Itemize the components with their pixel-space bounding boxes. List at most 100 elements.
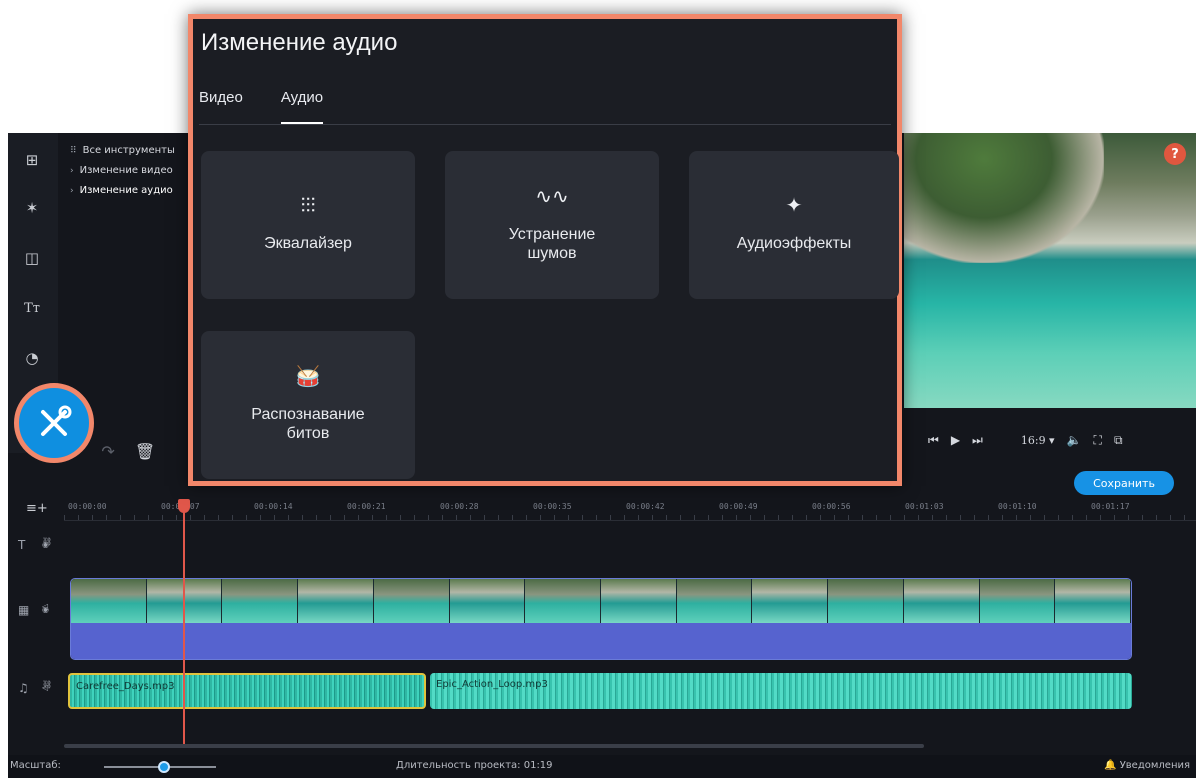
delete-icon[interactable]: 🗑 [135,442,155,461]
more-tools-button[interactable] [14,383,94,463]
player-controls: ⏮ ▶ ⏭ 16:9 ▾ 🔈 ⛶ ⧉ [928,429,1196,451]
video-frame [752,579,829,623]
video-frame [676,579,753,623]
volume-icon[interactable]: 🔈 [1067,433,1082,447]
tick-label: 00:00:35 [533,502,572,511]
audio-effects-card[interactable]: ✦ Аудиоэффекты [689,151,899,299]
link-icon[interactable]: ⛓ [42,680,52,689]
filters-icon[interactable]: ✶ [19,195,45,221]
project-duration: Длительность проекта: 01:19 [396,760,553,771]
tabs-divider [199,124,891,125]
status-bar: Масштаб: Длительность проекта: 01:19 🔔 Ув… [8,755,1196,778]
tab-audio[interactable]: Аудио [280,89,324,125]
tick-label: 00:00:21 [347,502,386,511]
zoom-slider-handle[interactable] [158,761,170,773]
import-icon[interactable]: ⊞ [19,147,45,173]
tree-item-label: Изменение аудио [79,185,173,196]
notifications-button[interactable]: 🔔 Уведомления [1104,760,1190,771]
stickers-icon[interactable]: ◔ [19,345,45,371]
timeline-scrollbar[interactable] [64,744,924,748]
video-clip[interactable] [70,578,1132,660]
video-frame [449,579,526,623]
tree-item-label: Изменение видео [79,165,173,176]
play-icon[interactable]: ▶ [951,433,960,447]
audio-clip-label: Epic_Action_Loop.mp3 [436,679,548,690]
ruler-ticks [64,515,1196,520]
text-track-icon: T [18,538,26,552]
tick-label: 00:01:10 [998,502,1037,511]
playhead-handle[interactable] [178,499,190,513]
chevron-right-icon: › [70,186,74,196]
grid-view-icon[interactable]: ⛶ [1094,433,1102,448]
tick-label: 00:01:17 [1091,502,1130,511]
preview-image [904,133,1104,263]
noise-removal-icon: ∿∿ [535,185,569,208]
video-frame [71,579,147,623]
video-preview: ? [904,133,1196,408]
skip-forward-icon[interactable]: ⏭ [972,433,983,448]
video-frame [525,579,602,623]
tab-video[interactable]: Видео [199,89,243,125]
music-note-icon: ♫ [18,681,29,695]
card-label: Распознавание битов [251,405,365,442]
tick-label: 00:00:49 [719,502,758,511]
video-frame [979,579,1056,623]
video-frame [601,579,677,623]
noise-removal-card[interactable]: ∿∿ Устранение шумов [445,151,659,299]
tools-tree: ⠿ Все инструменты › Изменение видео › Измен… [64,141,194,201]
external-window-icon[interactable]: ⧉ [1114,433,1123,448]
drum-icon: 🥁 [295,365,321,388]
tick-label: 00:00:14 [254,502,293,511]
title-track-controls: T ◉ ⛓ [18,537,52,552]
beat-detection-card[interactable]: 🥁 Распознавание битов [201,331,415,479]
tree-item-video-edit[interactable]: › Изменение видео [64,161,194,181]
video-track-controls: ▦ ◉ ◁ [18,602,49,617]
link-icon[interactable]: ⛓ [42,537,52,546]
titles-icon[interactable]: Tт [19,295,45,321]
redo-icon[interactable]: ↷ [101,442,114,461]
video-frame [828,579,904,623]
panel-tabs: Видео Аудио [199,89,324,125]
video-track-icon: ▦ [18,603,30,617]
skip-back-icon[interactable]: ⏮ [928,433,939,448]
scale-label: Масштаб: [10,760,61,771]
help-button[interactable]: ? [1164,143,1186,165]
card-label: Устранение шумов [508,225,596,262]
audio-edit-panel: Изменение аудио Видео Аудио ⫶⫶⫶ Эквалайз… [188,14,902,486]
tick-label: 00:01:03 [905,502,944,511]
equalizer-card[interactable]: ⫶⫶⫶ Эквалайзер [201,151,415,299]
tick-label: 00:00:42 [626,502,665,511]
grid-icon: ⠿ [70,146,77,156]
playhead[interactable] [183,499,185,747]
card-label: Эквалайзер [264,235,352,252]
notifications-label: Уведомления [1119,760,1190,771]
audio-track-controls: ♫ ◁ ⛓ [18,680,52,695]
video-frame [373,579,450,623]
audio-clip-label: Carefree_Days.mp3 [76,681,175,692]
card-label: Аудиоэффекты [736,235,852,252]
audio-clip[interactable]: Epic_Action_Loop.mp3 [430,673,1132,709]
volume-icon[interactable]: ◁ [42,602,49,611]
video-frame [222,579,299,623]
audio-clip-selected[interactable]: Carefree_Days.mp3 [68,673,426,709]
tree-item-audio-edit[interactable]: › Изменение аудио [64,181,194,201]
video-frame [903,579,980,623]
timeline-ruler[interactable]: 00:00:00 00:00:07 00:00:14 00:00:21 00:0… [64,497,1196,521]
bell-icon: 🔔 [1104,760,1117,771]
video-frame [1055,579,1131,623]
add-track-icon[interactable]: ≡+ [26,501,48,516]
save-button[interactable]: Сохранить [1074,471,1174,495]
tree-item-label: Все инструменты [82,145,175,156]
screenshot-root: ⊞ ✶ ◫ Tт ◔ ⠿ Все инструменты › Изменение в… [0,0,1196,778]
video-frames [71,579,1131,623]
chevron-right-icon: › [70,166,74,176]
tick-label: 00:00:56 [812,502,851,511]
tick-label: 00:00:28 [440,502,479,511]
equalizer-icon: ⫶⫶⫶ [300,195,316,217]
aspect-ratio-select[interactable]: 16:9 ▾ [1021,434,1055,447]
tree-item-all-tools[interactable]: ⠿ Все инструменты [64,141,194,161]
video-frame [298,579,374,623]
transitions-icon[interactable]: ◫ [19,245,45,271]
magic-wand-icon: ✦ [785,195,803,217]
tick-label: 00:00:00 [68,502,107,511]
